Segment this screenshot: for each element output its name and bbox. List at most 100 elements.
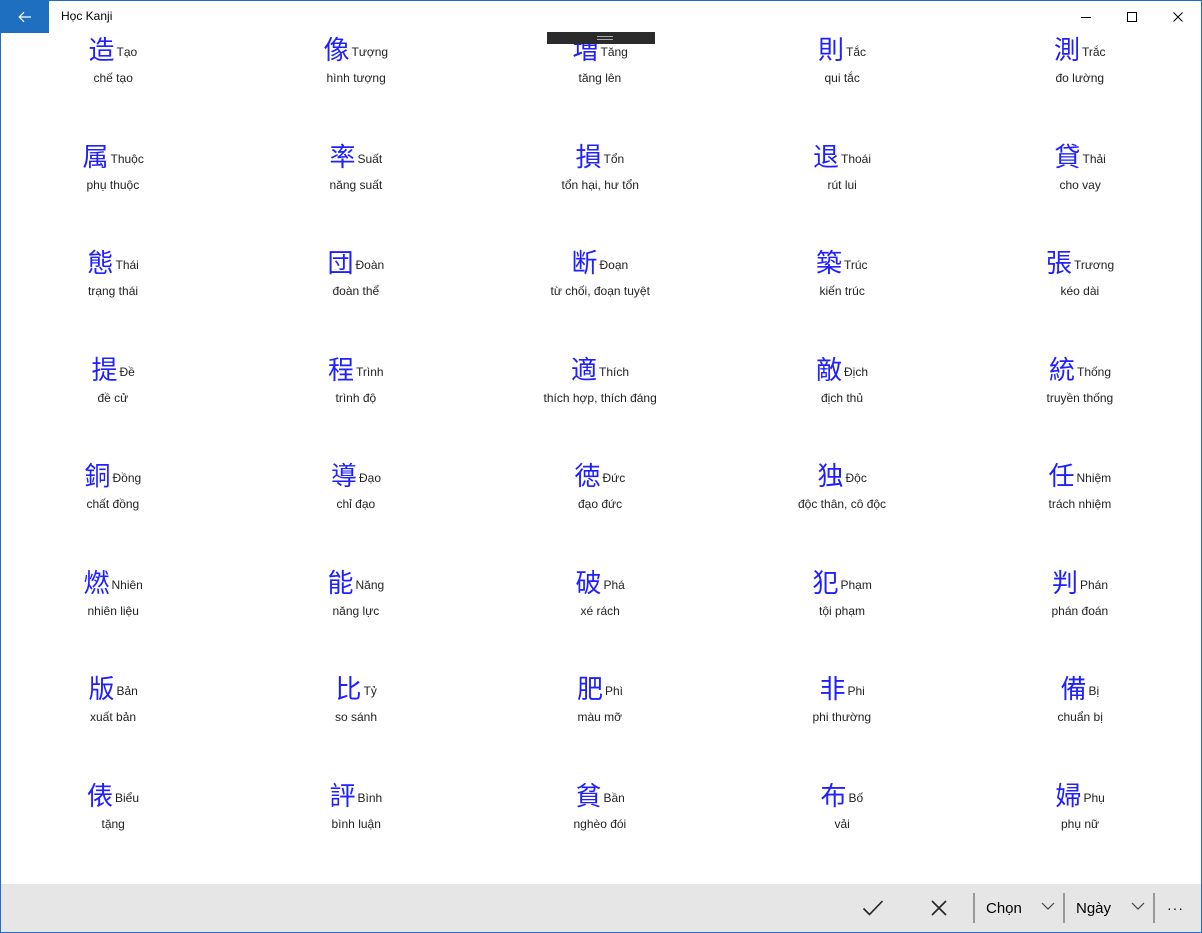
kanji-meaning: kéo dài (1060, 284, 1100, 298)
kanji-card[interactable]: 版 Bản xuất bản (53, 675, 173, 731)
command-bar: Chọn Ngày ··· (1, 884, 1201, 932)
kanji-card[interactable]: 測 Trắc đo lường (1020, 36, 1140, 92)
kanji-card[interactable]: 破 Phá xé rách (540, 569, 660, 625)
maximize-icon (1127, 12, 1137, 22)
kanji-card[interactable]: 断 Đoạn từ chối, đoạn tuyệt (540, 249, 660, 305)
kanji-card[interactable]: 敵 Địch địch thủ (782, 356, 902, 412)
kanji-character: 提 (91, 356, 118, 386)
kanji-reading: Đề (119, 365, 135, 379)
kanji-card[interactable]: 団 Đoàn đoàn thể (296, 249, 416, 305)
kanji-meaning: qui tắc (824, 71, 860, 85)
kanji-reading: Phì (605, 684, 624, 698)
minimize-button[interactable] (1063, 1, 1109, 33)
kanji-card[interactable]: 判 Phán phán đoán (1020, 569, 1140, 625)
kanji-meaning: vải (834, 817, 850, 831)
kanji-card[interactable]: 提 Đề đề cử (53, 356, 173, 412)
kanji-character: 則 (818, 36, 845, 66)
kanji-card[interactable]: 増 Tăng tăng lên (540, 36, 660, 92)
kanji-card[interactable]: 退 Thoái rút lui (782, 143, 902, 199)
date-sort-dropdown[interactable]: Ngày (1063, 893, 1151, 923)
kanji-card[interactable]: 貧 Bần nghèo đói (540, 782, 660, 838)
accept-button[interactable] (857, 892, 889, 924)
date-sort-dropdown-label: Ngày (1076, 899, 1112, 917)
kanji-card[interactable]: 導 Đạo chỉ đạo (296, 462, 416, 518)
kanji-reading: Nhiên (111, 578, 143, 592)
kanji-reading: Độc (845, 471, 867, 485)
kanji-character: 率 (329, 143, 356, 173)
kanji-card[interactable]: 犯 Phạm tội phạm (782, 569, 902, 625)
kanji-character: 独 (817, 462, 844, 492)
kanji-reading: Tổn (603, 152, 625, 166)
kanji-card[interactable]: 独 Độc độc thân, cô độc (782, 462, 902, 518)
kanji-meaning: phụ thuộc (86, 178, 140, 192)
kanji-card[interactable]: 徳 Đức đạo đức (540, 462, 660, 518)
kanji-card[interactable]: 備 Bị chuẩn bị (1020, 675, 1140, 731)
kanji-meaning: xuất bản (90, 710, 137, 724)
kanji-reading: Đoàn (355, 258, 385, 272)
kanji-character: 比 (335, 675, 362, 705)
cancel-button[interactable] (923, 892, 955, 924)
kanji-meaning: bình luận (331, 817, 381, 831)
maximize-button[interactable] (1109, 1, 1155, 33)
kanji-card[interactable]: 属 Thuộc phụ thuộc (53, 143, 173, 199)
kanji-card[interactable]: 比 Tỷ so sánh (296, 675, 416, 731)
chevron-down-icon (1131, 902, 1145, 910)
kanji-reading: Bố (848, 791, 864, 805)
kanji-meaning: kiến trúc (819, 284, 865, 298)
more-options-button[interactable]: ··· (1153, 893, 1195, 923)
kanji-card[interactable]: 適 Thích thích hợp, thích đáng (540, 356, 660, 412)
kanji-card[interactable]: 程 Trình trình độ (296, 356, 416, 412)
kanji-card[interactable]: 俵 Biểu tặng (53, 782, 173, 838)
kanji-reading: Thích (599, 365, 630, 379)
kanji-card[interactable]: 築 Trúc kiến trúc (782, 249, 902, 305)
kanji-meaning: tổn hại, hư tổn (561, 178, 639, 192)
kanji-character: 築 (816, 249, 843, 279)
kanji-reading: Thuộc (110, 152, 144, 166)
kanji-meaning: đạo đức (578, 497, 623, 511)
kanji-card[interactable]: 率 Suất năng suất (296, 143, 416, 199)
kanji-meaning: năng suất (329, 178, 383, 192)
kanji-reading: Bình (357, 791, 383, 805)
kanji-card[interactable]: 婦 Phụ phụ nữ (1020, 782, 1140, 838)
kanji-card[interactable]: 則 Tắc qui tắc (782, 36, 902, 92)
kanji-reading: Tăng (600, 45, 628, 59)
kanji-character: 態 (87, 249, 114, 279)
kanji-reading: Suất (357, 152, 383, 166)
kanji-card[interactable]: 非 Phi phi thường (782, 675, 902, 731)
kanji-character: 貧 (575, 782, 602, 812)
kanji-card[interactable]: 燃 Nhiên nhiên liệu (53, 569, 173, 625)
kanji-character: 徳 (574, 462, 601, 492)
kanji-reading: Phạm (840, 578, 872, 592)
kanji-card[interactable]: 能 Năng năng lực (296, 569, 416, 625)
kanji-card[interactable]: 布 Bố vải (782, 782, 902, 838)
kanji-character: 版 (88, 675, 115, 705)
kanji-character: 評 (329, 782, 356, 812)
kanji-character: 非 (819, 675, 846, 705)
kanji-meaning: từ chối, đoạn tuyệt (550, 284, 650, 298)
drag-handle[interactable] (547, 32, 655, 44)
kanji-card[interactable]: 張 Trương kéo dài (1020, 249, 1140, 305)
back-button[interactable] (1, 1, 49, 33)
kanji-reading: Bị (1088, 684, 1100, 698)
close-icon (1173, 12, 1183, 22)
kanji-card[interactable]: 肥 Phì màu mỡ (540, 675, 660, 731)
kanji-character: 貸 (1054, 143, 1081, 173)
close-window-button[interactable] (1155, 1, 1201, 33)
kanji-meaning: tội phạm (819, 604, 866, 618)
kanji-card[interactable]: 任 Nhiệm trách nhiệm (1020, 462, 1140, 518)
select-dropdown[interactable]: Chọn (973, 893, 1061, 923)
kanji-card[interactable]: 評 Bình bình luận (296, 782, 416, 838)
kanji-card[interactable]: 損 Tổn tổn hại, hư tổn (540, 143, 660, 199)
kanji-card[interactable]: 態 Thái trạng thái (53, 249, 173, 305)
kanji-character: 任 (1048, 462, 1075, 492)
kanji-reading: Trúc (844, 258, 868, 272)
kanji-character: 測 (1054, 36, 1081, 66)
kanji-meaning: đo lường (1055, 71, 1105, 85)
kanji-card[interactable]: 統 Thống truyền thống (1020, 356, 1140, 412)
kanji-character: 破 (575, 569, 602, 599)
kanji-reading: Tượng (351, 45, 389, 59)
kanji-card[interactable]: 銅 Đồng chất đồng (53, 462, 173, 518)
kanji-card[interactable]: 貸 Thải cho vay (1020, 143, 1140, 199)
kanji-card[interactable]: 像 Tượng hình tượng (296, 36, 416, 92)
kanji-card[interactable]: 造 Tạo chế tạo (53, 36, 173, 92)
